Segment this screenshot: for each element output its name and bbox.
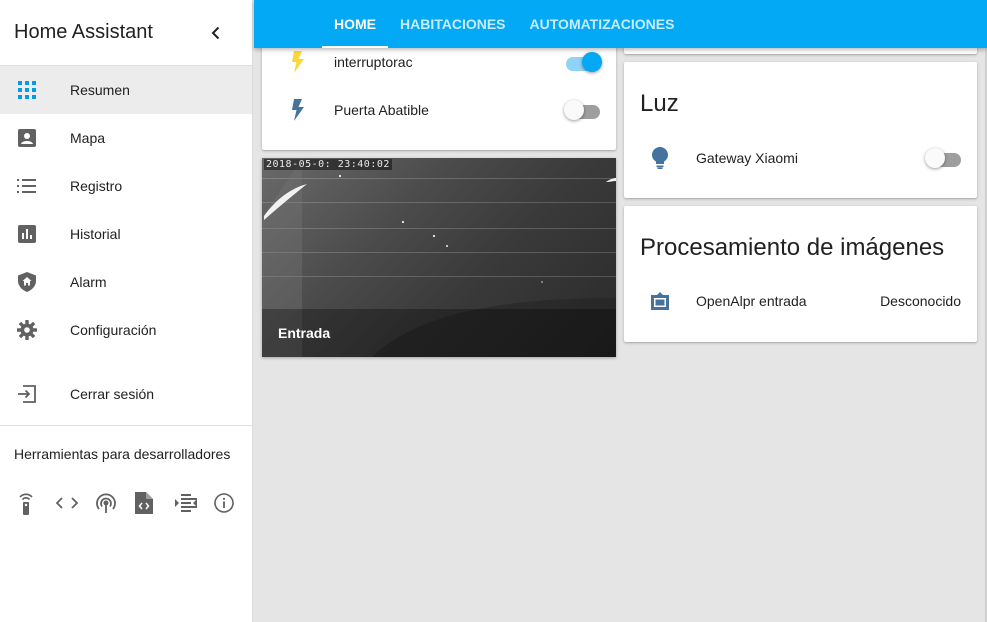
- top-app-bar: HOME HABITACIONES AUTOMATIZACIONES: [254, 0, 987, 48]
- dev-tools-title: Herramientas para desarrolladores: [14, 446, 231, 462]
- sidebar-item-historial[interactable]: Historial: [0, 210, 252, 258]
- file-code-icon: [135, 492, 154, 514]
- flash-icon: [286, 50, 310, 74]
- dev-tool-events[interactable]: [93, 490, 133, 516]
- sidebar-item-mapa[interactable]: Mapa: [0, 114, 252, 162]
- camera-caption: Entrada: [262, 309, 616, 357]
- dev-tool-logs[interactable]: [173, 490, 213, 516]
- card-title: Procesamiento de imágenes: [640, 234, 945, 261]
- toggle-knob: [564, 100, 584, 120]
- logout-button[interactable]: Cerrar sesión: [0, 370, 252, 418]
- dev-tools-bar: [0, 490, 252, 516]
- tab-automatizaciones[interactable]: AUTOMATIZACIONES: [518, 0, 687, 48]
- sidebar-item-label: Historial: [70, 226, 121, 242]
- entity-name: Puerta Abatible: [334, 102, 429, 118]
- bar-chart-icon: [15, 222, 39, 246]
- entity-row-interruptorac[interactable]: interruptorac: [262, 42, 616, 82]
- sidebar-item-resumen[interactable]: Resumen: [0, 66, 252, 114]
- flash-icon: [286, 98, 310, 122]
- sidebar-item-label: Alarm: [70, 274, 107, 290]
- broadcast-icon: [96, 493, 117, 513]
- dev-tool-services[interactable]: [14, 490, 54, 516]
- image-filter-frames-icon: [648, 289, 672, 313]
- grid-icon: [15, 78, 39, 102]
- entity-name: OpenAlpr entrada: [696, 293, 807, 309]
- chevron-left-icon: [211, 26, 220, 40]
- app-title: Home Assistant: [14, 21, 153, 43]
- sidebar-item-alarm[interactable]: Alarm: [0, 258, 252, 306]
- gear-icon: [15, 318, 39, 342]
- sidebar-item-registro[interactable]: Registro: [0, 162, 252, 210]
- entity-name: interruptorac: [334, 54, 413, 70]
- dev-tool-mqtt[interactable]: [133, 490, 173, 516]
- logout-icon: [15, 382, 39, 406]
- entity-toggle[interactable]: [564, 52, 602, 72]
- collapse-sidebar-button[interactable]: [206, 22, 226, 44]
- tab-home[interactable]: HOME: [322, 0, 388, 48]
- lightbulb-icon: [648, 146, 672, 170]
- entity-toggle[interactable]: [925, 148, 961, 168]
- entity-name: Gateway Xiaomi: [696, 150, 798, 166]
- list-icon: [15, 174, 39, 198]
- info-icon: [214, 493, 235, 513]
- toggle-knob: [582, 52, 602, 72]
- card-title: Luz: [640, 90, 679, 117]
- entity-row-puerta-abatible[interactable]: Puerta Abatible: [262, 90, 616, 130]
- camera-timestamp: 2018-05-0: 23:40:02: [264, 159, 392, 170]
- dev-tool-templates[interactable]: [54, 490, 94, 516]
- sidebar-item-label: Mapa: [70, 130, 106, 146]
- dev-tool-info[interactable]: [212, 490, 252, 516]
- image-processing-card: Procesamiento de imágenes OpenAlpr entra…: [624, 206, 977, 342]
- camera-card-entrada[interactable]: 2018-05-0: 23:40:02 Entrada: [262, 158, 616, 357]
- sidebar: Home Assistant Resumen Mapa Registro His…: [0, 0, 253, 622]
- sidebar-item-label: Registro: [70, 178, 123, 194]
- entity-row-gateway-xiaomi[interactable]: Gateway Xiaomi: [624, 138, 977, 178]
- logout-label: Cerrar sesión: [70, 386, 155, 402]
- account-box-icon: [15, 126, 39, 150]
- light-card: Luz Gateway Xiaomi: [624, 62, 977, 198]
- sidebar-item-label: Resumen: [70, 82, 130, 98]
- sidebar-item-configuracion[interactable]: Configuración: [0, 306, 252, 354]
- entity-row-openalpr-entrada[interactable]: OpenAlpr entrada Desconocido: [624, 281, 977, 321]
- sidebar-item-label: Configuración: [70, 322, 157, 338]
- sidebar-header: Home Assistant: [0, 0, 252, 66]
- entity-toggle[interactable]: [564, 100, 600, 120]
- toggle-knob: [925, 148, 945, 168]
- shield-home-icon: [15, 270, 39, 294]
- remote-icon: [19, 493, 33, 515]
- format-indent-icon: [174, 494, 197, 512]
- entity-state: Desconocido: [880, 293, 961, 309]
- view-tabs: HOME HABITACIONES AUTOMATIZACIONES: [322, 0, 686, 48]
- code-icon: [55, 497, 78, 509]
- tab-habitaciones[interactable]: HABITACIONES: [388, 0, 518, 48]
